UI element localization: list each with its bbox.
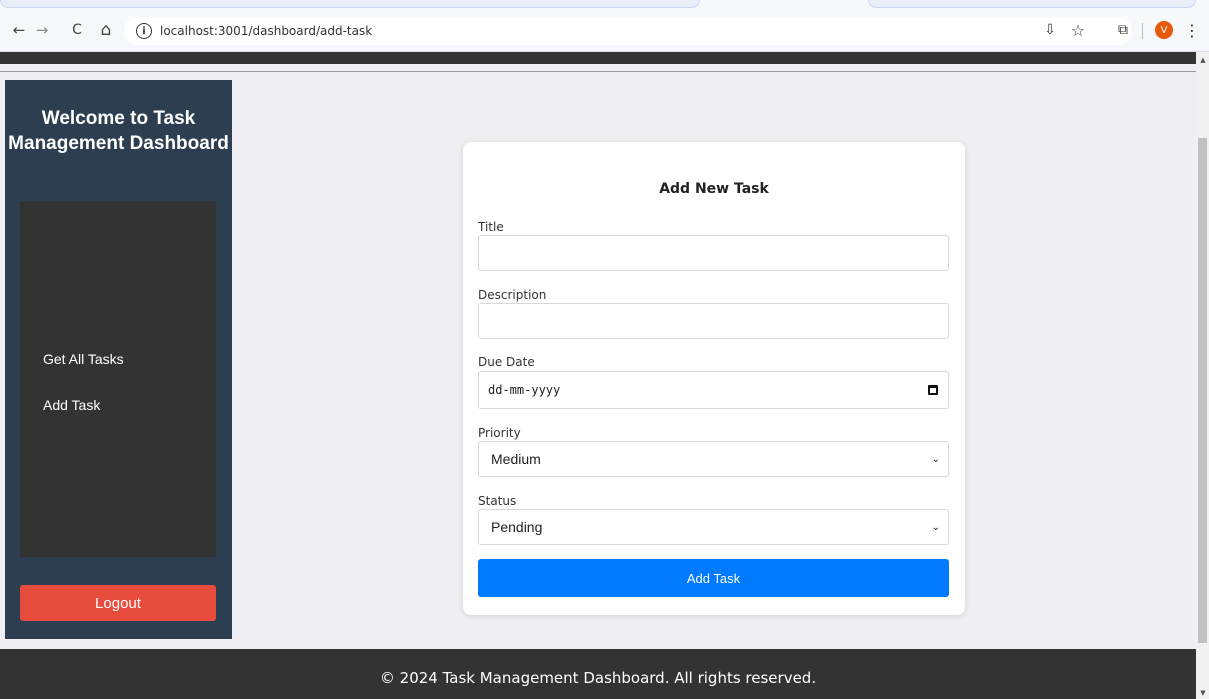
- sidebar-title: Welcome to Task Management Dashboard: [8, 108, 229, 154]
- install-app-icon[interactable]: ⇩: [1040, 20, 1060, 40]
- description-label: Description: [478, 288, 547, 302]
- back-arrow-icon[interactable]: ←: [9, 20, 29, 40]
- add-task-form: Add New Task Title Description Due Date …: [463, 142, 965, 615]
- due-date-placeholder: dd-mm-yyyy: [488, 383, 561, 397]
- priority-label: Priority: [478, 426, 521, 440]
- title-input[interactable]: [478, 235, 949, 271]
- status-label: Status: [478, 494, 517, 508]
- chevron-down-icon: ⌄: [931, 521, 940, 533]
- kebab-menu-icon[interactable]: ⋮: [1182, 20, 1202, 40]
- sidebar: Welcome to Task Management Dashboard Get…: [5, 80, 232, 639]
- form-title: Add New Task: [659, 181, 769, 197]
- scrollbar-thumb[interactable]: [1198, 138, 1207, 643]
- avatar[interactable]: V: [1155, 21, 1173, 39]
- forward-arrow-icon[interactable]: →: [32, 20, 52, 40]
- priority-select[interactable]: Medium ⌄: [478, 441, 949, 477]
- due-date-input[interactable]: dd-mm-yyyy: [478, 371, 949, 409]
- chevron-down-icon: ⌄: [931, 453, 940, 465]
- sidebar-item-add-task[interactable]: Add Task: [43, 397, 100, 413]
- address-bar[interactable]: i localhost:3001/dashboard/add-task: [124, 17, 1132, 45]
- reload-icon[interactable]: C: [67, 20, 87, 40]
- browser-toolbar: ← → C ⌂ i localhost:3001/dashboard/add-t…: [0, 0, 1209, 52]
- tab-strip-edge: [0, 0, 700, 8]
- puzzle-icon[interactable]: ⧉: [1113, 20, 1133, 40]
- add-task-button[interactable]: Add Task: [478, 559, 949, 597]
- sidebar-item-get-all-tasks[interactable]: Get All Tasks: [43, 351, 124, 367]
- logout-button[interactable]: Logout: [20, 585, 216, 621]
- status-selected-value: Pending: [491, 519, 543, 535]
- sidebar-menu: Get All Tasks Add Task: [20, 201, 216, 557]
- footer: © 2024 Task Management Dashboard. All ri…: [0, 649, 1196, 699]
- title-label: Title: [478, 220, 504, 234]
- header-divider: [0, 71, 1196, 72]
- status-select[interactable]: Pending ⌄: [478, 509, 949, 545]
- info-icon[interactable]: i: [136, 23, 152, 39]
- toolbar-divider: [1142, 23, 1143, 39]
- description-input[interactable]: [478, 303, 949, 339]
- due-date-label: Due Date: [478, 355, 535, 369]
- footer-copyright: © 2024 Task Management Dashboard. All ri…: [379, 669, 817, 687]
- priority-selected-value: Medium: [491, 451, 541, 467]
- tab-strip-edge: [868, 0, 1196, 8]
- scroll-down-arrow-icon[interactable]: ▼: [1199, 689, 1207, 697]
- star-icon[interactable]: ☆: [1068, 20, 1088, 40]
- home-icon[interactable]: ⌂: [96, 20, 116, 40]
- app-header-bar: [0, 52, 1196, 64]
- calendar-icon[interactable]: [928, 385, 938, 395]
- address-bar-url[interactable]: localhost:3001/dashboard/add-task: [160, 24, 372, 38]
- scroll-up-arrow-icon[interactable]: ▲: [1199, 56, 1207, 64]
